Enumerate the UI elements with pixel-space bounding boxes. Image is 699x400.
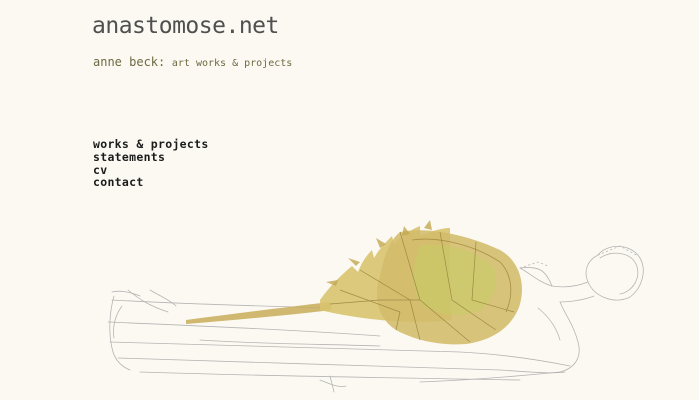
site-title[interactable]: anastomose.net bbox=[92, 13, 279, 39]
artwork-horseshoe-crab-drawing bbox=[107, 220, 644, 393]
page: { "site": { "title": "anastomose.net", "… bbox=[0, 0, 699, 400]
nav-link-works-projects[interactable]: works & projects bbox=[93, 138, 209, 151]
nav-link-statements[interactable]: statements bbox=[93, 150, 209, 164]
site-tagline: art works & projects bbox=[171, 58, 293, 69]
main-nav: works & projects statements cv contact bbox=[93, 138, 209, 189]
nav-link-contact[interactable]: contact bbox=[93, 176, 209, 189]
horseshoe-crab bbox=[186, 220, 522, 345]
artist-name: anne beck: bbox=[93, 55, 166, 69]
site-subtitle: anne beck: art works & projects bbox=[93, 55, 292, 69]
